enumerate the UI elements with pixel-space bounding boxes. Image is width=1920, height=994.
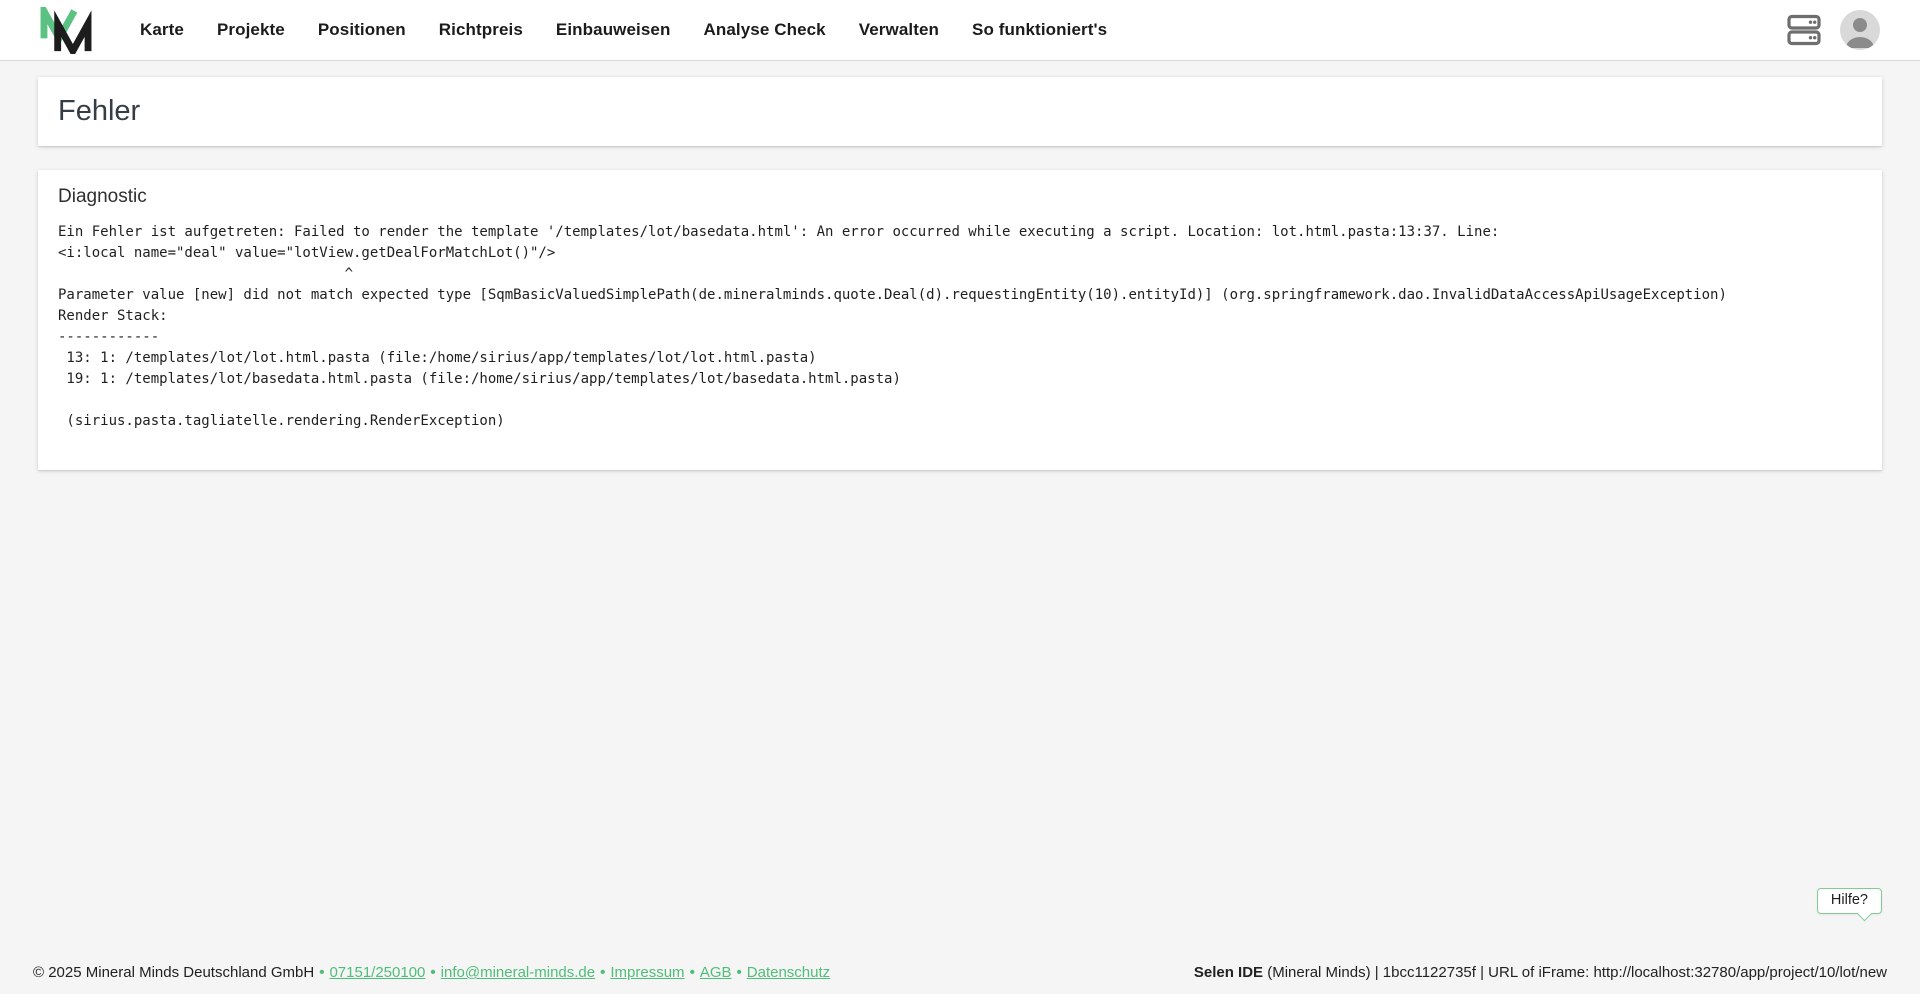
- footer-link-impressum[interactable]: Impressum: [610, 964, 684, 981]
- user-icon: [1840, 10, 1880, 50]
- dns-icon: [1786, 13, 1822, 47]
- app-header: Karte Projekte Positionen Richtpreis Ein…: [0, 0, 1920, 61]
- copyright-text: © 2025 Mineral Minds Deutschland GmbH: [33, 964, 314, 981]
- footer-status: Selen IDE (Mineral Minds) | 1bcc1122735f…: [1194, 964, 1887, 981]
- header-actions: [1786, 10, 1880, 50]
- error-title-card: Fehler: [38, 77, 1882, 146]
- footer-link-datenschutz[interactable]: Datenschutz: [747, 964, 830, 981]
- nav-item-richtpreis[interactable]: Richtpreis: [439, 20, 523, 40]
- main-nav: Karte Projekte Positionen Richtpreis Ein…: [140, 20, 1107, 40]
- footer-separator: •: [319, 964, 324, 981]
- footer-link-agb[interactable]: AGB: [700, 964, 732, 981]
- user-avatar[interactable]: [1840, 10, 1880, 50]
- nav-item-verwalten[interactable]: Verwalten: [859, 20, 939, 40]
- help-button[interactable]: Hilfe?: [1817, 888, 1882, 914]
- footer-app-name: Selen IDE: [1194, 964, 1263, 981]
- footer-separator: •: [600, 964, 605, 981]
- nav-item-positionen[interactable]: Positionen: [318, 20, 406, 40]
- nav-item-analyse-check[interactable]: Analyse Check: [703, 20, 825, 40]
- dns-menu-button[interactable]: [1786, 13, 1822, 47]
- diagnostic-output: Ein Fehler ist aufgetreten: Failed to re…: [58, 222, 1862, 432]
- footer-separator: •: [690, 964, 695, 981]
- footer-link-email[interactable]: info@mineral-minds.de: [441, 964, 595, 981]
- footer: © 2025 Mineral Minds Deutschland GmbH • 07…: [0, 964, 1920, 994]
- footer-separator: •: [430, 964, 435, 981]
- nav-item-projekte[interactable]: Projekte: [217, 20, 285, 40]
- footer-separator: •: [737, 964, 742, 981]
- diagnostic-heading: Diagnostic: [58, 186, 1862, 208]
- nav-item-so-funktionierts[interactable]: So funktioniert's: [972, 20, 1107, 40]
- page-title: Fehler: [58, 95, 140, 128]
- main-content: Fehler Diagnostic Ein Fehler ist aufgetr…: [0, 61, 1920, 994]
- mineral-minds-logo[interactable]: [40, 7, 92, 54]
- nav-item-einbauweisen[interactable]: Einbauweisen: [556, 20, 671, 40]
- footer-link-phone[interactable]: 07151/250100: [329, 964, 425, 981]
- footer-legal: © 2025 Mineral Minds Deutschland GmbH • 07…: [33, 964, 830, 981]
- nav-item-karte[interactable]: Karte: [140, 20, 184, 40]
- diagnostic-card: Diagnostic Ein Fehler ist aufgetreten: F…: [38, 170, 1882, 470]
- footer-status-text: (Mineral Minds) | 1bcc1122735f | URL of …: [1263, 964, 1887, 981]
